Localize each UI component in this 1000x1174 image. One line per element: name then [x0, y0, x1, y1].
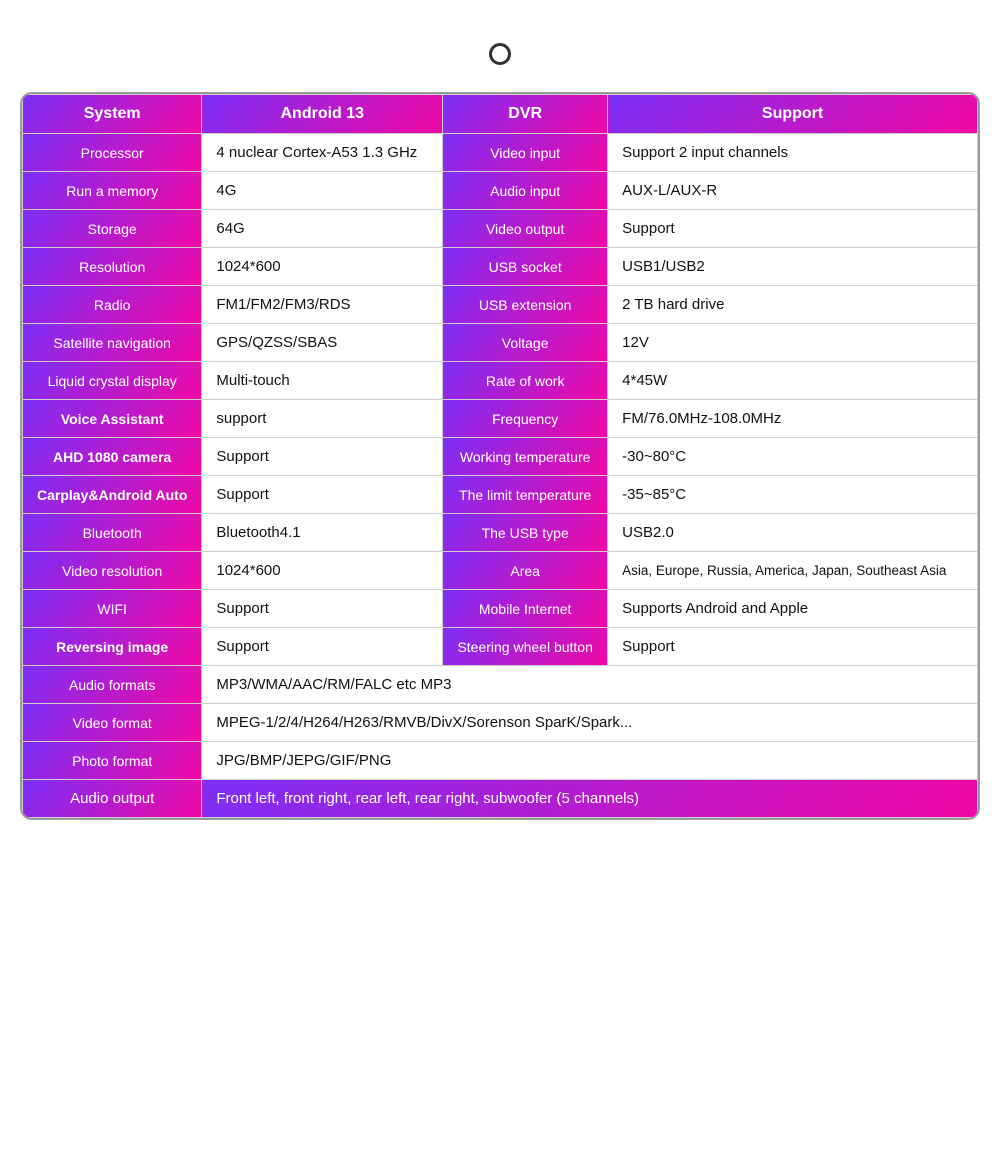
- left-label-cell: Video resolution: [23, 552, 202, 590]
- left-value-cell: Support: [202, 628, 443, 666]
- right-label-cell: Video output: [443, 210, 608, 248]
- table-wrapper: System Android 13 DVR Support Processor …: [20, 92, 980, 820]
- left-label-cell: Storage: [23, 210, 202, 248]
- header-left-value: Android 13: [202, 95, 443, 134]
- right-label-cell: USB extension: [443, 286, 608, 324]
- right-label-cell: Steering wheel button: [443, 628, 608, 666]
- left-value-cell: Multi-touch: [202, 362, 443, 400]
- left-label-cell: Liquid crystal display: [23, 362, 202, 400]
- header-right-value: Support: [608, 95, 978, 134]
- left-value-cell: support: [202, 400, 443, 438]
- full-value-cell: MP3/WMA/AAC/RM/FALC etc MP3: [202, 666, 978, 704]
- left-label-cell: Resolution: [23, 248, 202, 286]
- left-label-cell: Satellite navigation: [23, 324, 202, 362]
- right-value-cell: USB1/USB2: [608, 248, 978, 286]
- left-label-cell: Run a memory: [23, 172, 202, 210]
- right-value-cell: -30~80°C: [608, 438, 978, 476]
- left-value-cell: Bluetooth4.1: [202, 514, 443, 552]
- right-label-cell: Voltage: [443, 324, 608, 362]
- right-value-cell: Support: [608, 210, 978, 248]
- left-label-cell: Bluetooth: [23, 514, 202, 552]
- left-value-cell: Support: [202, 590, 443, 628]
- left-label-cell: Carplay&Android Auto: [23, 476, 202, 514]
- right-value-cell: 12V: [608, 324, 978, 362]
- full-label-cell: Video format: [23, 704, 202, 742]
- header-right-label: DVR: [443, 95, 608, 134]
- audio-output-label: Audio output: [23, 780, 202, 818]
- left-label-cell: WIFI: [23, 590, 202, 628]
- left-value-cell: 64G: [202, 210, 443, 248]
- right-value-cell: Support: [608, 628, 978, 666]
- left-label-cell: Radio: [23, 286, 202, 324]
- full-value-cell: JPG/BMP/JEPG/GIF/PNG: [202, 742, 978, 780]
- left-label-cell: Voice Assistant: [23, 400, 202, 438]
- right-value-cell: 2 TB hard drive: [608, 286, 978, 324]
- full-value-cell: MPEG-1/2/4/H264/H263/RMVB/DivX/Sorenson …: [202, 704, 978, 742]
- full-label-cell: Photo format: [23, 742, 202, 780]
- area-value-cell: Asia, Europe, Russia, America, Japan, So…: [608, 552, 978, 590]
- right-label-cell: The USB type: [443, 514, 608, 552]
- left-value-cell: 1024*600: [202, 552, 443, 590]
- left-value-cell: FM1/FM2/FM3/RDS: [202, 286, 443, 324]
- right-value-cell: USB2.0: [608, 514, 978, 552]
- audio-output-value: Front left, front right, rear left, rear…: [202, 780, 978, 818]
- right-value-cell: Supports Android and Apple: [608, 590, 978, 628]
- left-label-cell: Reversing image: [23, 628, 202, 666]
- left-value-cell: 4 nuclear Cortex-A53 1.3 GHz: [202, 134, 443, 172]
- left-label-cell: AHD 1080 camera: [23, 438, 202, 476]
- header-left-label: System: [23, 95, 202, 134]
- right-label-cell: Video input: [443, 134, 608, 172]
- right-value-cell: 4*45W: [608, 362, 978, 400]
- left-label-cell: Processor: [23, 134, 202, 172]
- right-label-cell: Frequency: [443, 400, 608, 438]
- right-value-cell: Support 2 input channels: [608, 134, 978, 172]
- right-label-cell: USB socket: [443, 248, 608, 286]
- right-value-cell: -35~85°C: [608, 476, 978, 514]
- full-label-cell: Audio formats: [23, 666, 202, 704]
- parameters-table: System Android 13 DVR Support Processor …: [22, 94, 978, 818]
- left-value-cell: GPS/QZSS/SBAS: [202, 324, 443, 362]
- area-label-cell: Area: [443, 552, 608, 590]
- left-value-cell: Support: [202, 438, 443, 476]
- right-label-cell: Working temperature: [443, 438, 608, 476]
- left-value-cell: 1024*600: [202, 248, 443, 286]
- right-label-cell: Audio input: [443, 172, 608, 210]
- right-value-cell: AUX-L/AUX-R: [608, 172, 978, 210]
- right-value-cell: FM/76.0MHz-108.0MHz: [608, 400, 978, 438]
- left-value-cell: 4G: [202, 172, 443, 210]
- right-label-cell: The limit temperature: [443, 476, 608, 514]
- right-label-cell: Mobile Internet: [443, 590, 608, 628]
- right-label-cell: Rate of work: [443, 362, 608, 400]
- left-value-cell: Support: [202, 476, 443, 514]
- circle-decoration: [20, 40, 980, 72]
